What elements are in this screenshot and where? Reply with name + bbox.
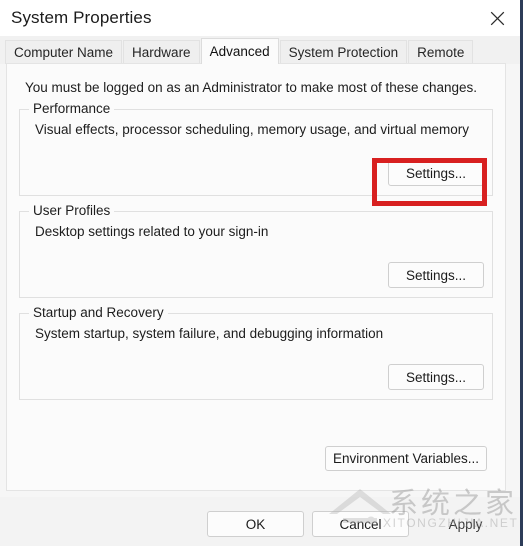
user-profiles-group-legend: User Profiles [29, 203, 115, 218]
user-profiles-settings-button[interactable]: Settings... [388, 262, 484, 288]
tab-advanced[interactable]: Advanced [200, 38, 279, 64]
performance-group-legend: Performance [29, 101, 115, 116]
performance-group-description: Visual effects, processor scheduling, me… [35, 122, 469, 137]
user-profiles-group-description: Desktop settings related to your sign-in [35, 224, 269, 239]
environment-variables-button[interactable]: Environment Variables... [325, 446, 487, 471]
user-profiles-group: User Profiles Desktop settings related t… [19, 203, 493, 298]
startup-and-recovery-group: Startup and Recovery System startup, sys… [19, 305, 493, 400]
tab-computer-name[interactable]: Computer Name [5, 40, 123, 64]
startup-and-recovery-settings-button[interactable]: Settings... [388, 364, 484, 390]
performance-group: Performance Visual effects, processor sc… [19, 101, 493, 196]
startup-and-recovery-group-legend: Startup and Recovery [29, 305, 168, 320]
advanced-tab-panel: You must be logged on as an Administrato… [6, 63, 506, 491]
ok-button[interactable]: OK [207, 511, 304, 537]
window-title: System Properties [11, 8, 152, 27]
tab-hardware[interactable]: Hardware [123, 40, 200, 64]
title-bar: System Properties [0, 0, 520, 36]
tab-remote[interactable]: Remote [408, 40, 474, 64]
startup-and-recovery-group-description: System startup, system failure, and debu… [35, 326, 384, 341]
cancel-button[interactable]: Cancel [312, 511, 409, 537]
administrator-note: You must be logged on as an Administrato… [25, 80, 478, 95]
apply-button[interactable]: Apply [417, 511, 514, 537]
system-properties-window: System Properties Computer Name Hardware… [0, 0, 523, 546]
dialog-footer: OK Cancel Apply [0, 497, 520, 546]
tab-strip: Computer Name Hardware Advanced System P… [0, 36, 520, 64]
close-icon[interactable] [474, 0, 520, 36]
performance-settings-button[interactable]: Settings... [388, 160, 484, 186]
tab-system-protection[interactable]: System Protection [279, 40, 408, 64]
